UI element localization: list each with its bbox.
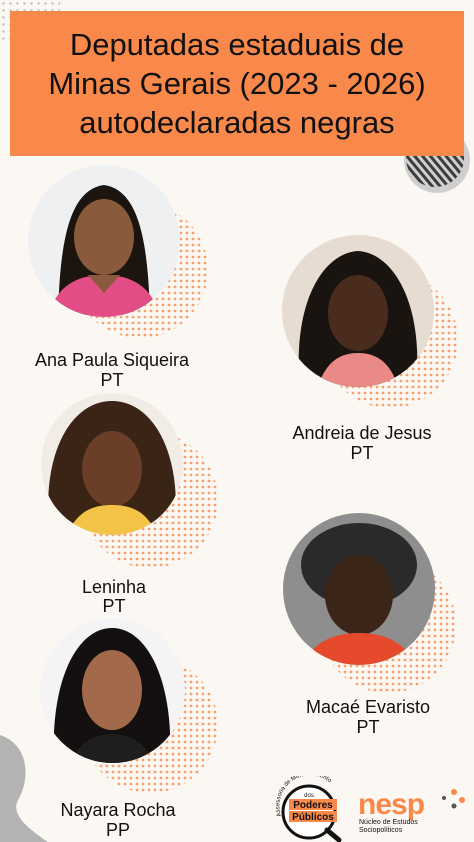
deputy-party: PT [350, 443, 374, 463]
svg-text:nesp: nesp [358, 788, 425, 821]
svg-text:Sociopolíticos: Sociopolíticos [359, 827, 403, 834]
deputy-name: Ana Paula Siqueira [34, 350, 190, 370]
portrait-photo [282, 235, 434, 387]
page-title: Deputadas estaduais de Minas Gerais (202… [48, 27, 426, 140]
svg-text:Núcleo de Estudos: Núcleo de Estudos [359, 819, 418, 826]
nesp-logo: nesp Núcleo de Estudos Sociopolíticos [358, 788, 465, 834]
portrait-photo [40, 618, 185, 763]
deputy-party: PP [105, 820, 130, 840]
deputy-name: Andreia de Jesus [292, 423, 432, 443]
svg-text:Poderes: Poderes [293, 800, 333, 811]
title-banner: Deputadas estaduais de Minas Gerais (202… [10, 11, 464, 156]
portrait-photo [41, 393, 183, 535]
portrait-photo [283, 513, 435, 665]
deputy-name: Nayara Rocha [60, 800, 176, 820]
deputy-party: PT [100, 370, 124, 390]
poderes-publicos-logo: Assessoria de Monitoramento dos Poderes … [275, 776, 342, 842]
deputy-party: PT [102, 596, 126, 616]
deputy-name: Leninha [81, 577, 147, 597]
svg-text:dos: dos [304, 793, 314, 799]
svg-text:Públicos: Públicos [292, 812, 334, 823]
deputy-name: Macaé Evaristo [305, 697, 431, 717]
deputy-party: PT [356, 717, 380, 737]
portrait-photo [28, 165, 180, 317]
